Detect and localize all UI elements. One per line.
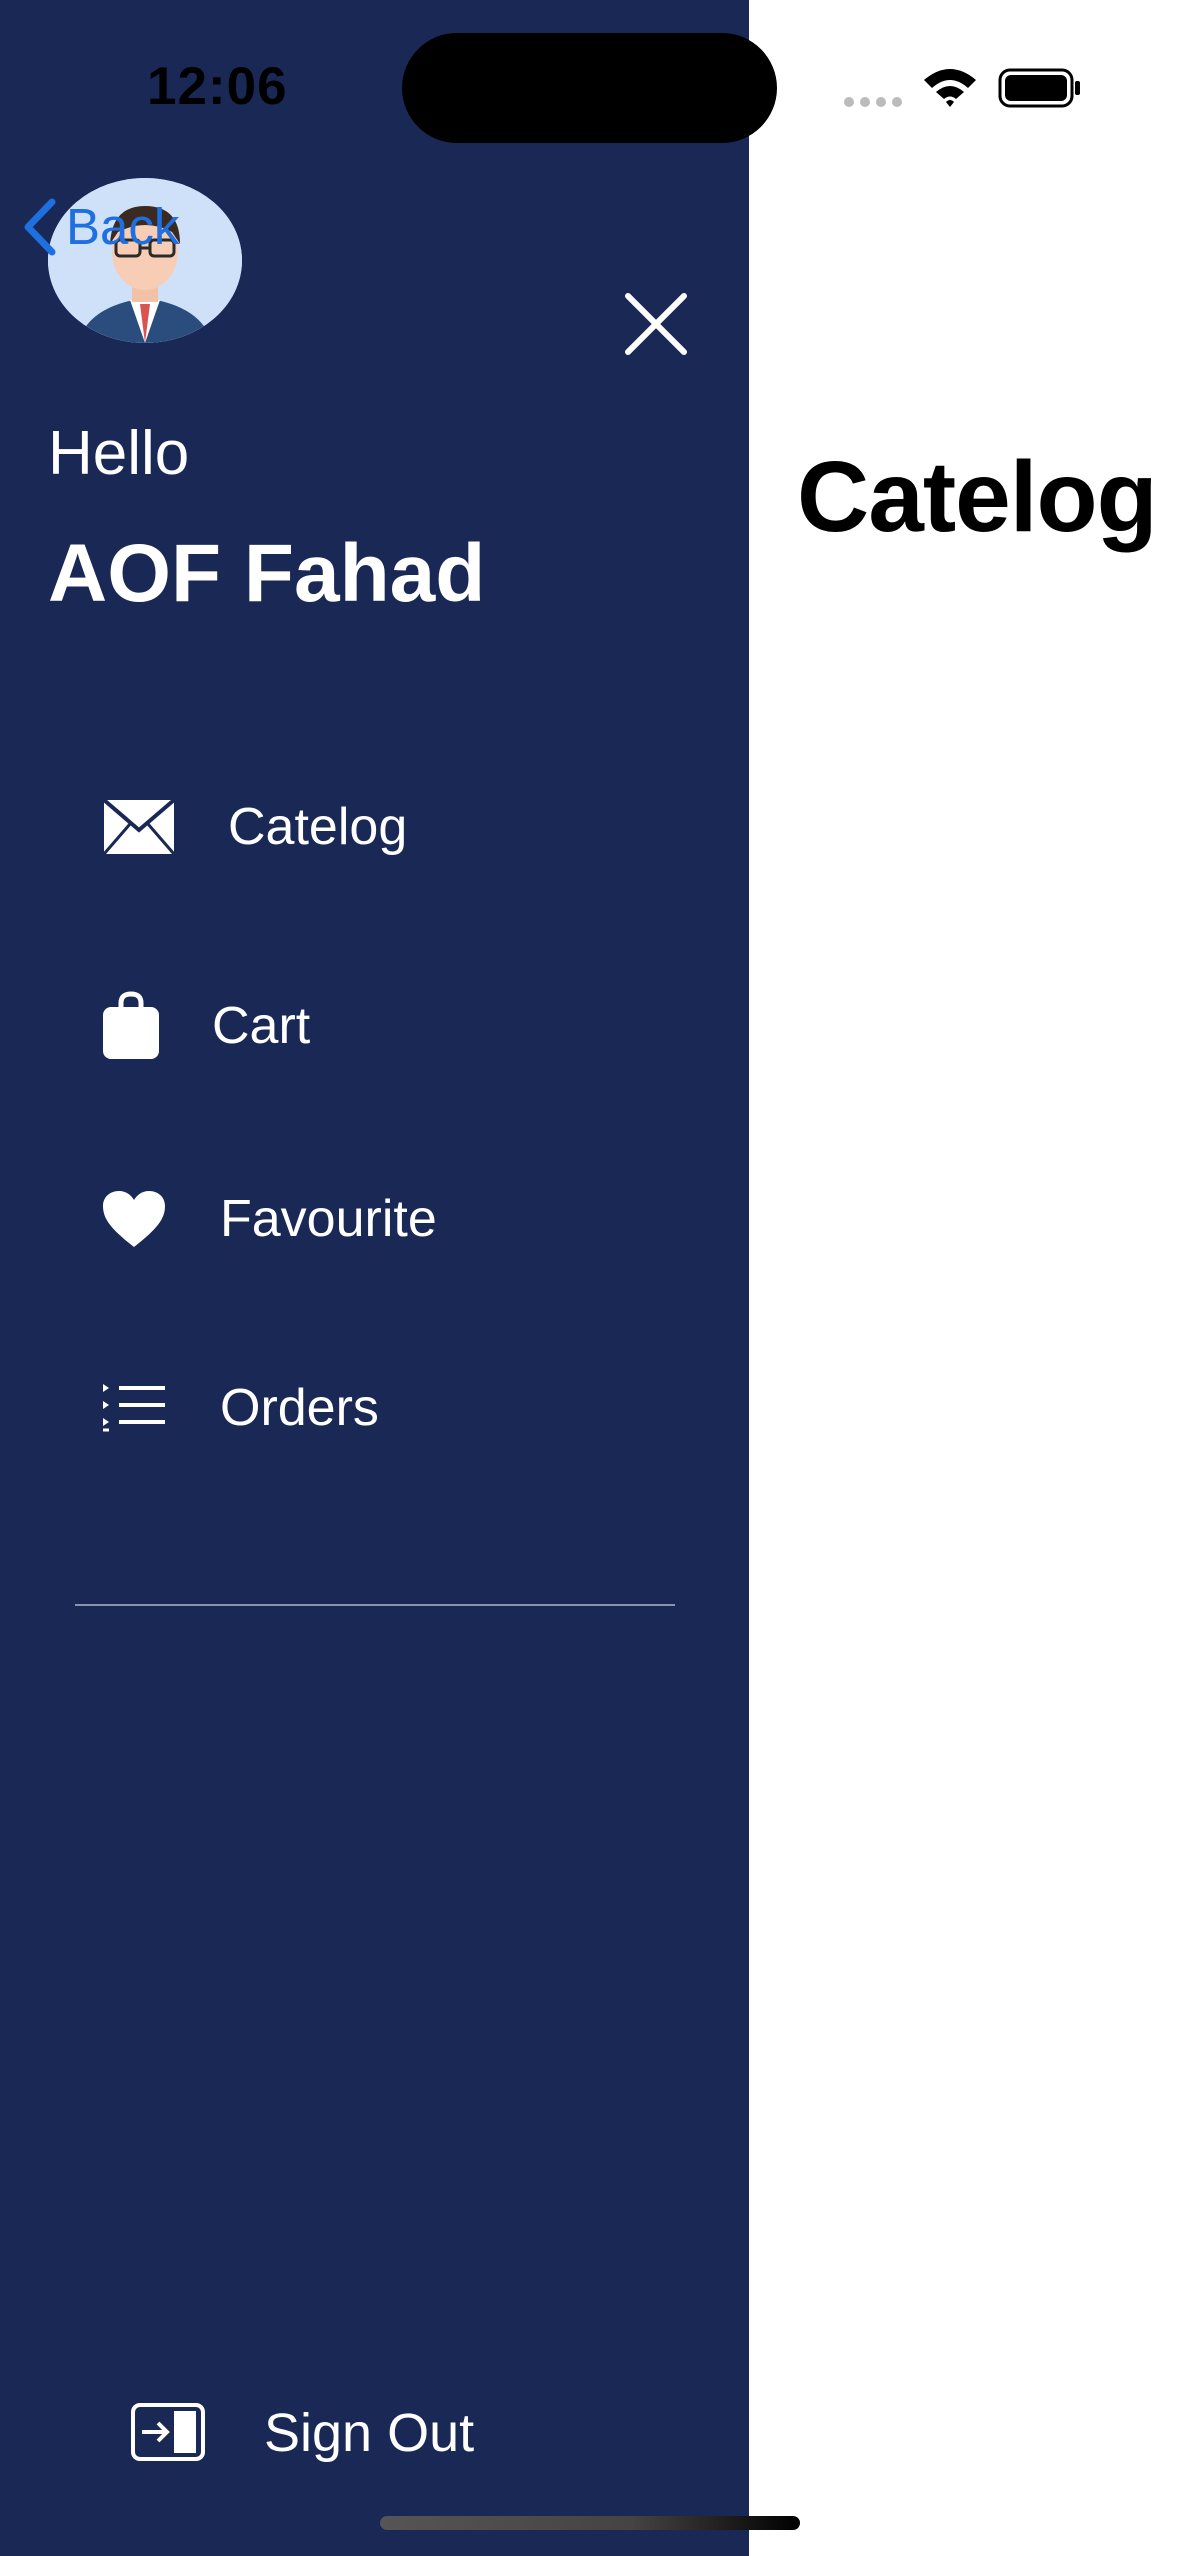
dynamic-island [402, 33, 777, 143]
menu-label-orders: Orders [220, 1379, 379, 1437]
wifi-icon [922, 66, 978, 113]
menu-item-catelog[interactable]: Catelog [100, 797, 407, 857]
menu-label-cart: Cart [212, 997, 311, 1055]
menu-label-catelog: Catelog [228, 798, 408, 856]
shopping-bag-icon [100, 990, 162, 1062]
back-label: Back [66, 198, 180, 255]
back-button[interactable]: Back [22, 197, 179, 256]
menu-divider [75, 1604, 675, 1606]
cellular-signal-icon [843, 95, 903, 113]
menu-item-favourite[interactable]: Favourite [100, 1188, 437, 1250]
close-button[interactable] [618, 286, 694, 362]
chevron-left-icon [24, 198, 56, 255]
menu-label-favourite: Favourite [220, 1190, 437, 1248]
greeting-text: Hello [48, 419, 190, 488]
list-icon [100, 1380, 168, 1436]
sign-out-label: Sign Out [264, 2403, 475, 2463]
heart-icon [100, 1188, 168, 1250]
menu-item-orders[interactable]: Orders [100, 1378, 379, 1438]
envelope-icon [100, 797, 178, 857]
page-title: Catelog [797, 441, 1158, 553]
menu-item-cart[interactable]: Cart [100, 990, 310, 1062]
battery-icon [998, 68, 1082, 113]
side-drawer: Back Hello AOF Fahad Catelog Cart Favour… [0, 0, 749, 2556]
user-name: AOF Fahad [48, 528, 486, 619]
home-indicator [380, 2516, 800, 2530]
status-time: 12:06 [147, 57, 288, 116]
close-icon [625, 293, 687, 355]
sign-out-button[interactable]: Sign Out [130, 2402, 474, 2464]
sign-out-icon [130, 2402, 208, 2464]
